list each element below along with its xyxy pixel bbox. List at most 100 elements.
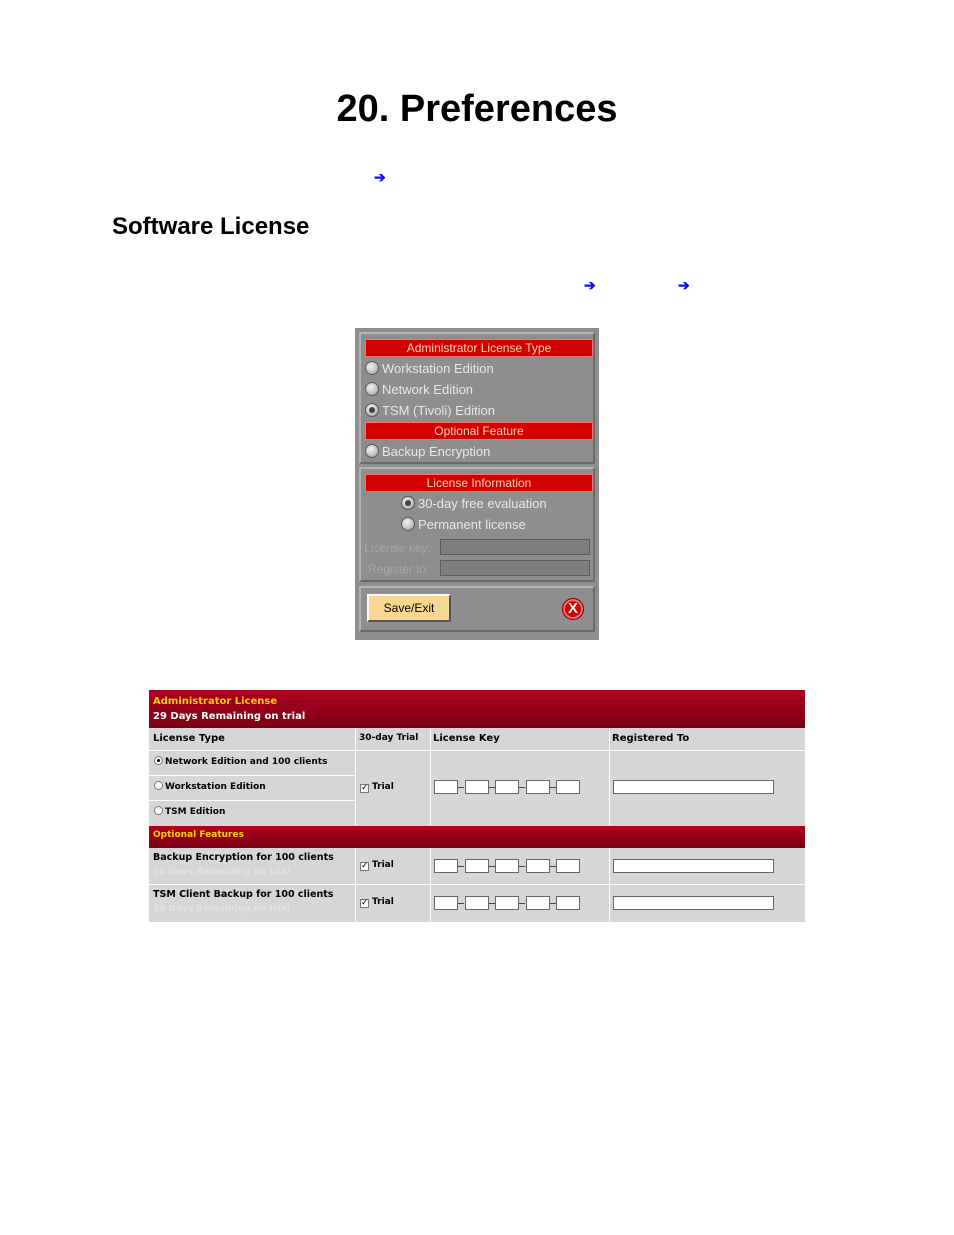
dash-separator [519,787,525,788]
license-info-header: License Information [365,474,593,492]
radio-icon [154,781,163,790]
license-key-segment[interactable] [434,896,458,910]
column-header-license-type: License Type [153,733,225,744]
column-divider [430,728,431,826]
radio-30-day-evaluation[interactable]: 30-day free evaluation [401,495,547,513]
radio-label: Backup Encryption [382,444,491,459]
radio-icon [365,361,379,375]
license-key-segment[interactable] [526,859,550,873]
radio-label: TSM (Tivoli) Edition [382,403,495,418]
license-key-field[interactable] [440,539,590,555]
radio-workstation-edition[interactable]: Workstation Edition [365,360,494,378]
license-dialog: Administrator License Type Workstation E… [355,328,599,640]
trial-label: Trial [372,782,394,792]
feature-backup-encryption-remaining: 30 Days Remaining on trial [153,867,291,877]
right-arrow-icon: ➔ [374,169,386,185]
column-divider [609,848,610,922]
trial-remaining-text: 29 Days Remaining on trial [153,711,306,722]
feature-tsm-client-backup-remaining: 30 Days Remaining on trial [153,904,291,914]
section-title: Software License [112,213,310,240]
radio-label: Workstation Edition [382,361,494,376]
column-divider [355,728,356,826]
column-divider [609,728,610,826]
license-key-segment[interactable] [465,896,489,910]
radio-label: 30-day free evaluation [418,496,547,511]
web-license-table: Administrator License 29 Days Remaining … [149,690,805,922]
radio-backup-encryption[interactable]: Backup Encryption [365,443,490,461]
trial-checkbox[interactable]: ✓ Trial [360,782,394,793]
radio-icon [365,444,379,458]
radio-permanent-license[interactable]: Permanent license [401,516,526,534]
trial-label: Trial [372,897,394,907]
feature-tsm-client-backup-trial-checkbox[interactable]: ✓ Trial [360,897,394,908]
license-key-segment[interactable] [434,780,458,794]
radio-selected-icon [401,496,415,510]
license-key-segment[interactable] [526,780,550,794]
license-key-segment[interactable] [495,896,519,910]
admin-license-type-header: Administrator License Type [365,339,593,357]
optional-features-header [149,826,805,848]
feature-backup-encryption-name: Backup Encryption for 100 clients [153,852,334,863]
license-key-segment[interactable] [495,859,519,873]
dash-separator [458,787,464,788]
license-key-segment[interactable] [556,780,580,794]
column-header-registered-to: Registered To [612,733,690,744]
save-exit-button[interactable]: Save/Exit [367,594,451,622]
column-divider [355,848,356,922]
optional-feature-header: Optional Feature [365,422,593,440]
radio-icon [154,806,163,815]
register-to-label: Register to: [368,562,430,576]
radio-label: Network Edition and 100 clients [165,757,328,767]
dash-separator [519,903,525,904]
row-divider [149,750,805,751]
row-divider [149,884,805,885]
license-key-label: License key: [364,541,431,555]
close-icon[interactable]: X [562,598,584,620]
right-arrow-icon: ➔ [584,277,596,293]
radio-selected-icon [365,403,379,417]
radio-tsm-edition[interactable]: TSM Edition [154,806,225,817]
dash-separator [458,903,464,904]
column-header-trial: 30-day Trial [359,733,419,743]
right-arrow-icon: ➔ [678,277,690,293]
feature-tsm-client-backup-name: TSM Client Backup for 100 clients [153,889,334,900]
registered-to-input[interactable] [613,859,774,873]
registered-to-input[interactable] [613,780,774,794]
row-divider [149,800,355,801]
dash-separator [458,866,464,867]
radio-workstation-edition[interactable]: Workstation Edition [154,781,266,792]
license-key-segment[interactable] [465,859,489,873]
dash-separator [519,866,525,867]
checkmark-icon: ✓ [360,783,369,793]
license-key-segment[interactable] [495,780,519,794]
radio-icon [365,382,379,396]
license-key-segment[interactable] [526,896,550,910]
page-title: 20. Preferences [336,88,618,130]
radio-selected-icon [154,756,163,765]
radio-label: TSM Edition [165,807,226,817]
radio-tsm-edition[interactable]: TSM (Tivoli) Edition [365,402,495,420]
radio-icon [401,517,415,531]
checkmark-icon: ✓ [360,898,369,908]
optional-features-title: Optional Features [153,830,244,840]
radio-label: Network Edition [382,382,474,397]
radio-network-edition[interactable]: Network Edition [365,381,473,399]
feature-backup-encryption-trial-checkbox[interactable]: ✓ Trial [360,860,394,871]
license-key-segment[interactable] [556,896,580,910]
radio-label: Workstation Edition [165,782,266,792]
admin-license-title: Administrator License [153,696,278,707]
license-key-segment[interactable] [434,859,458,873]
column-header-license-key: License Key [433,733,500,744]
trial-label: Trial [372,860,394,870]
license-key-segment[interactable] [556,859,580,873]
license-type-group: Administrator License Type Workstation E… [359,332,595,464]
radio-network-edition[interactable]: Network Edition and 100 clients [154,756,327,767]
license-key-segment[interactable] [465,780,489,794]
dialog-actions: Save/Exit X [359,586,595,632]
radio-label: Permanent license [418,517,526,532]
license-info-group: License Information 30-day free evaluati… [359,467,595,582]
row-divider [149,775,355,776]
register-to-field[interactable] [440,560,590,576]
checkmark-icon: ✓ [360,861,369,871]
registered-to-input[interactable] [613,896,774,910]
